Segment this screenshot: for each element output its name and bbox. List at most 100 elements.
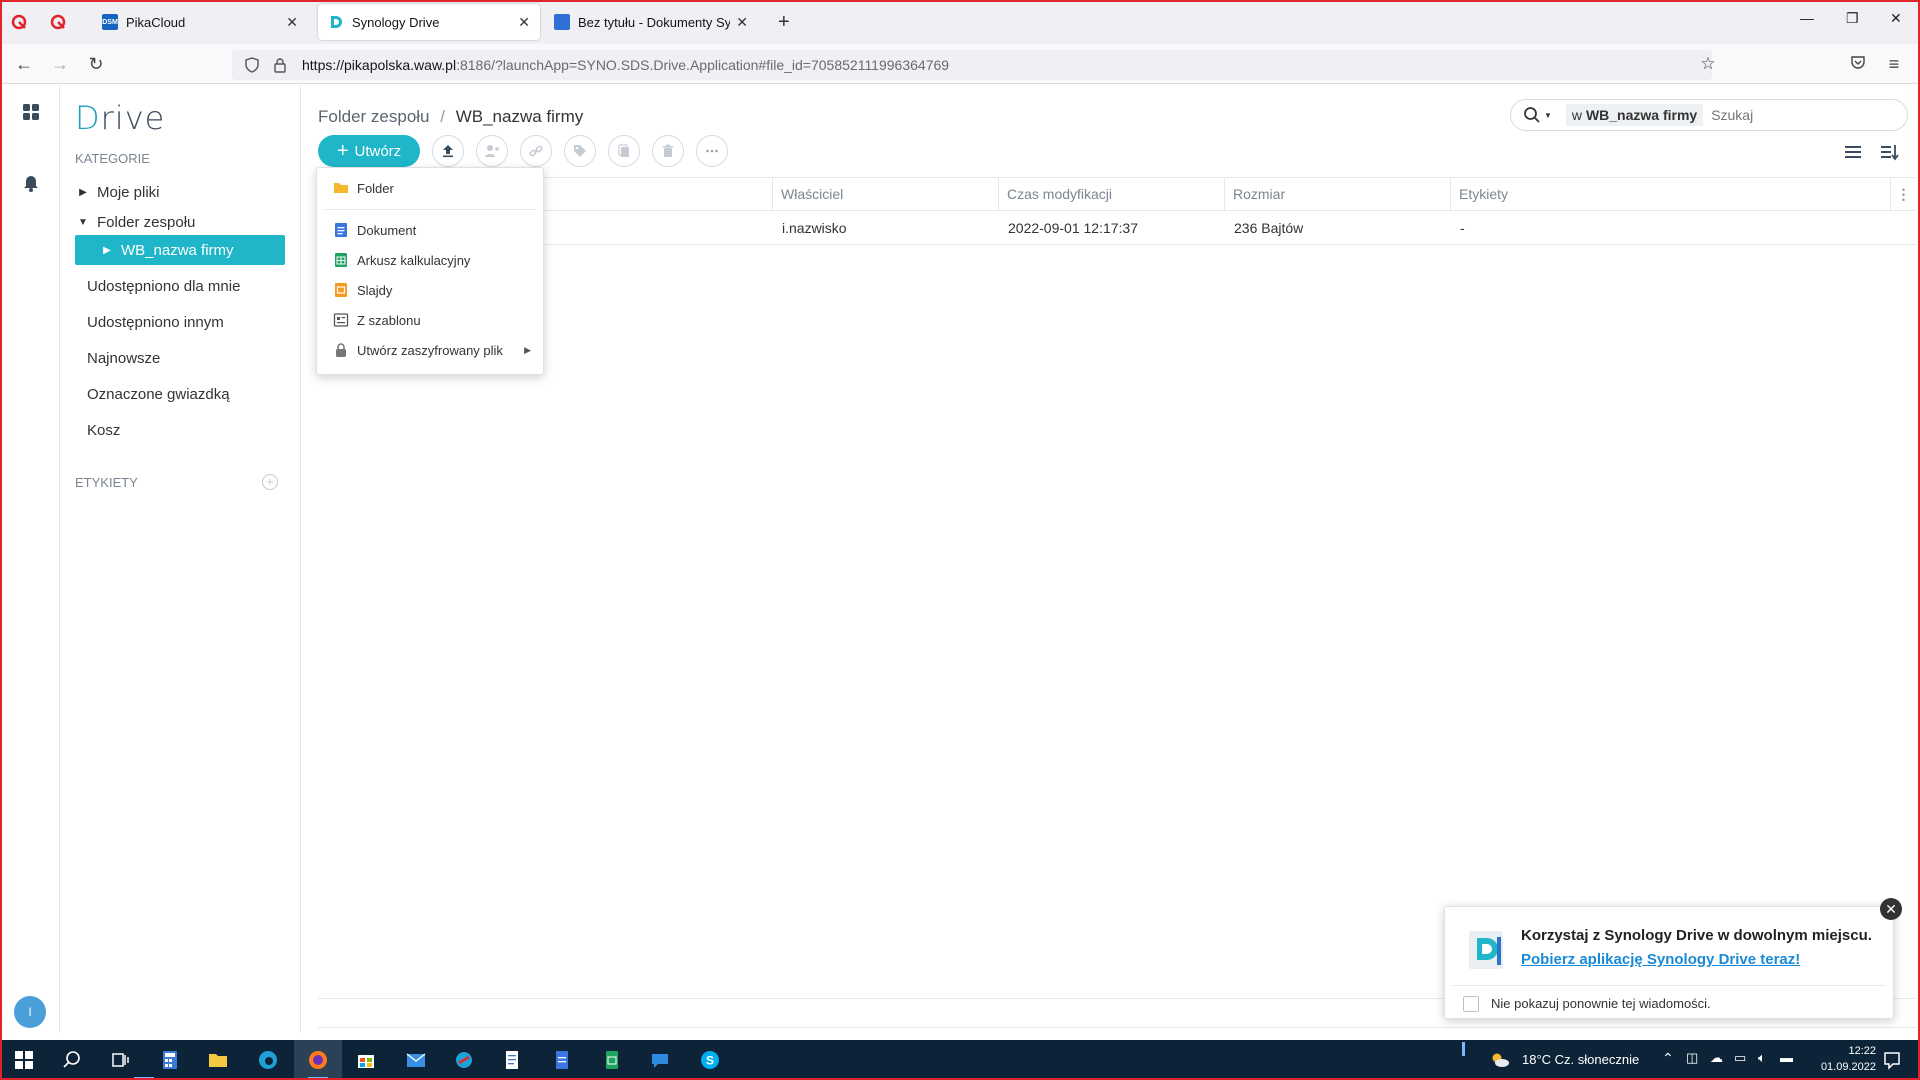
menu-item-template[interactable]: Z szablonu [317,306,543,334]
column-owner[interactable]: Właściciel [772,178,998,211]
table-row[interactable]: i.nazwisko 2022-09-01 12:17:37 236 Bajtó… [318,211,1916,245]
close-tab-icon[interactable]: ✕ [518,14,530,31]
bell-icon[interactable] [20,171,42,193]
column-modified[interactable]: Czas modyfikacji [998,178,1224,211]
caret-right-icon[interactable]: ▶ [99,245,115,256]
dont-show-again-checkbox[interactable] [1463,996,1479,1012]
sidebar-item-team-folder[interactable]: ▼ Folder zespołu [75,207,285,237]
taskbar-app-mail[interactable] [404,1048,428,1072]
start-button[interactable] [12,1048,36,1072]
back-button[interactable]: ← [14,54,34,74]
minimize-button[interactable]: — [1800,10,1814,26]
list-view-icon[interactable] [1842,141,1864,163]
breadcrumb-parent[interactable]: Folder zespołu [318,107,430,126]
label-button[interactable] [564,135,596,167]
taskbar-app-skype[interactable]: S [698,1048,722,1072]
sidebar-item-shared-with-others[interactable]: Udostępniono innym [75,307,285,337]
lock-icon[interactable] [272,57,288,73]
forward-button[interactable]: → [50,54,70,74]
shield-icon[interactable] [244,57,260,73]
reload-button[interactable]: ↻ [86,54,106,74]
apps-grid-icon[interactable] [20,101,42,123]
new-tab-button[interactable]: + [778,12,790,32]
download-app-link[interactable]: Pobierz aplikację Synology Drive teraz! [1521,951,1800,968]
tray-onedrive-icon[interactable]: ☁ [1710,1050,1723,1066]
menu-item-spreadsheet[interactable]: Arkusz kalkulacyjny [317,246,543,274]
weather-text[interactable]: 18°C Cz. słonecznie [1522,1052,1639,1067]
breadcrumb-separator: / [440,107,445,126]
menu-item-folder[interactable]: Folder [317,174,543,202]
url-bar[interactable]: https://pikapolska.waw.pl:8186/?launchAp… [232,50,1712,80]
taskbar-app-store[interactable] [354,1048,378,1072]
share-button[interactable] [476,135,508,167]
menu-item-document[interactable]: Dokument [317,216,543,244]
dont-show-again-label[interactable]: Nie pokazuj ponownie tej wiadomości. [1491,996,1711,1011]
column-labels[interactable]: Etykiety [1450,178,1890,211]
sidebar-item-trash[interactable]: Kosz [75,415,285,445]
restore-button[interactable]: ❐ [1846,10,1859,27]
weather-icon[interactable] [1488,1048,1512,1072]
caret-down-icon[interactable]: ▼ [75,217,91,228]
action-center-button[interactable] [1880,1048,1904,1072]
search-input[interactable] [1711,107,1892,123]
taskbar-app-file-explorer[interactable] [206,1048,230,1072]
taskbar-app-docs[interactable] [550,1048,574,1072]
caret-right-icon[interactable]: ▶ [75,187,91,198]
tray-camera-icon[interactable]: ◫ [1686,1050,1698,1066]
tab-synology-drive[interactable]: Synology Drive ✕ [318,4,540,40]
copy-button[interactable] [608,135,640,167]
link-button[interactable] [520,135,552,167]
sidebar-item-my-files[interactable]: ▶ Moje pliki [75,177,285,207]
create-button[interactable]: + Utwórz [318,135,420,167]
avatar[interactable]: I [14,996,46,1028]
sidebar-item-recent[interactable]: Najnowsze [75,343,285,373]
close-window-button[interactable]: ✕ [1890,10,1902,27]
sidebar: Drive KATEGORIE ▶ Moje pliki ▼ Folder ze… [61,85,301,1033]
tray-chevron-up-icon[interactable]: ⌃ [1662,1050,1674,1067]
task-view-button[interactable] [108,1048,132,1072]
pocket-icon[interactable] [1848,54,1868,74]
taskbar-app-document-viewer[interactable] [500,1048,524,1072]
column-options-icon[interactable]: ⋮ [1890,178,1916,211]
menu-item-slides[interactable]: Slajdy [317,276,543,304]
search-icon[interactable] [1523,106,1541,124]
tab-document[interactable]: Bez tytułu - Dokumenty Synolo ✕ [544,4,758,40]
tray-network-icon[interactable]: ▭ [1734,1050,1746,1066]
pinned-tab-1[interactable] [7,10,31,34]
sidebar-item-starred[interactable]: Oznaczone gwiazdką [75,379,285,409]
close-tab-icon[interactable]: ✕ [736,14,748,31]
add-label-icon[interactable]: + [262,474,278,490]
column-size[interactable]: Rozmiar [1224,178,1450,211]
pinned-app-icon [50,14,66,30]
upload-button[interactable] [432,135,464,167]
hamburger-menu-icon[interactable]: ≡ [1884,54,1904,74]
row-modified: 2022-09-01 12:17:37 [1008,220,1138,236]
close-tab-icon[interactable]: ✕ [286,14,298,31]
taskbar-search-button[interactable] [60,1048,84,1072]
taskbar-clock[interactable]: 12:22 01.09.2022 [1796,1043,1876,1075]
taskbar-app-outlook[interactable] [452,1048,476,1072]
bookmark-star-icon[interactable]: ☆ [1698,54,1718,74]
tray-volume-icon[interactable]: 🔈︎ [1758,1050,1766,1066]
taskbar-app-firefox[interactable] [306,1048,330,1072]
menu-item-encrypted-file[interactable]: Utwórz zaszyfrowany plik ▶ [317,336,543,364]
chat-icon [652,1054,668,1068]
pinned-tab-2[interactable] [46,10,70,34]
close-notification-icon[interactable]: ✕ [1880,898,1902,920]
search-box[interactable]: ▼ w WB_nazwa firmy [1510,99,1908,131]
taskbar-app-sheets[interactable] [600,1048,624,1072]
taskbar-app-edge[interactable] [256,1048,280,1072]
sidebar-item-wb-company[interactable]: ▶ WB_nazwa firmy [75,235,285,265]
tray-battery-icon[interactable]: ▬ [1780,1050,1793,1065]
sidebar-item-shared-with-me[interactable]: Udostępniono dla mnie [75,271,285,301]
sort-icon[interactable] [1878,141,1900,163]
tab-pikacloud[interactable]: DSM PikaCloud ✕ [92,4,308,40]
delete-button[interactable] [652,135,684,167]
row-labels: - [1460,220,1465,236]
url-text[interactable]: https://pikapolska.waw.pl:8186/?launchAp… [302,57,949,73]
search-dropdown-icon[interactable]: ▼ [1544,111,1552,120]
more-button[interactable] [696,135,728,167]
taskbar-app-calculator[interactable] [158,1048,182,1072]
logo-text: rive [100,99,166,137]
taskbar-app-chat[interactable] [648,1048,672,1072]
